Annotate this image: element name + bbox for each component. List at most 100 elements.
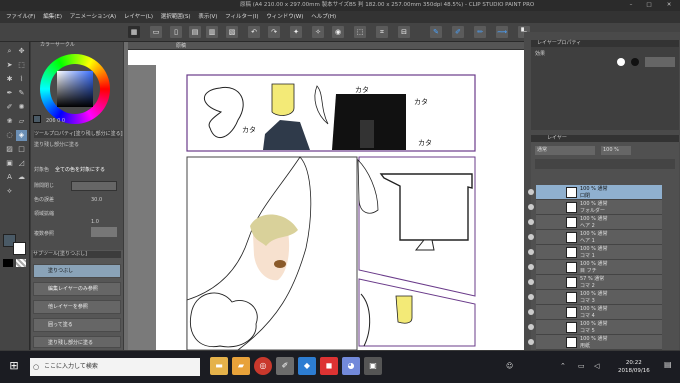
ruler-tool-icon[interactable]: ◿ — [16, 158, 27, 169]
clip-studio-icon[interactable]: ✐ — [276, 357, 294, 375]
menu-file[interactable]: ファイル(F) — [6, 11, 35, 23]
blend-mode-select[interactable]: 通常 — [535, 146, 595, 155]
zoom-tool-icon[interactable]: ⌕ — [4, 46, 15, 57]
subtool-enclose-fill[interactable]: 囲って塗る — [33, 318, 121, 332]
subtool-refer-other[interactable]: 他レイヤーを参照 — [33, 300, 121, 314]
subtool-fill[interactable]: 塗りつぶし — [33, 264, 121, 278]
home-grid-icon[interactable]: ▦ — [128, 26, 140, 38]
layer-row[interactable]: 100 % 通常 コマ 5 — [528, 320, 662, 335]
sub-color-swatch[interactable] — [13, 242, 26, 255]
white-color-dot[interactable] — [617, 58, 625, 66]
frame-icon[interactable]: ▣ — [4, 158, 15, 169]
chrome-icon[interactable]: ◎ — [254, 357, 272, 375]
text-tool-icon[interactable]: A — [4, 172, 15, 183]
area-scaling-value[interactable]: 1.0 — [91, 218, 99, 226]
export-icon[interactable]: ▧ — [226, 26, 238, 38]
subtool-fill-unfilled[interactable]: 塗り残し部分に塗る — [33, 336, 121, 348]
network-icon[interactable]: ▭ — [578, 362, 585, 370]
balloon-icon[interactable]: ☁ — [16, 172, 27, 183]
open-file-icon[interactable]: ▯ — [170, 26, 182, 38]
menu-filter[interactable]: フィルター(I) — [225, 11, 258, 23]
opacity-field[interactable]: 100 % — [601, 146, 631, 155]
target-color-value[interactable]: 全ての色を対象にする — [55, 166, 105, 174]
menu-animation[interactable]: アニメーション(A) — [70, 11, 116, 23]
pencil-tool-icon[interactable]: ✎ — [16, 88, 27, 99]
visibility-eye-icon[interactable] — [528, 249, 534, 255]
auto-select-icon[interactable]: ✱ — [4, 74, 15, 85]
layer-row[interactable]: 100 % 通常 フォルダー — [528, 200, 662, 215]
reference-label[interactable]: 複数参照 — [34, 230, 54, 238]
eyedropper-icon[interactable]: ⌇ — [16, 74, 27, 85]
current-color-chip[interactable] — [33, 115, 41, 123]
layer-row[interactable]: 100 % 通常 用紙 — [528, 335, 662, 350]
tray-chevron-icon[interactable]: ⌃ — [560, 362, 566, 370]
black-color-dot[interactable] — [631, 58, 639, 66]
app-icon-blue[interactable]: ◆ — [298, 357, 316, 375]
transparent-swatch[interactable] — [16, 259, 26, 267]
brush-icon[interactable]: ✐ — [452, 26, 464, 38]
menu-edit[interactable]: 編集(E) — [43, 11, 62, 23]
discord-icon[interactable]: ◕ — [342, 357, 360, 375]
blend-icon[interactable]: ◌ — [4, 130, 15, 141]
layer-row[interactable]: 100 % 通常 口閉 — [528, 185, 662, 200]
deselect-icon[interactable]: ⌗ — [376, 26, 388, 38]
eraser-tool-icon[interactable]: ▱ — [16, 116, 27, 127]
clear-outside-icon[interactable]: ✧ — [312, 26, 324, 38]
folder-icon[interactable]: ▰ — [232, 357, 250, 375]
close-button[interactable]: ✕ — [662, 0, 676, 11]
lasso-icon[interactable]: ⟿ — [496, 26, 508, 38]
close-gap-selector[interactable] — [71, 181, 117, 191]
reference-icons[interactable] — [91, 227, 117, 237]
fill-tool-icon[interactable]: ◈ — [16, 130, 27, 141]
volume-icon[interactable]: ◁ — [594, 362, 599, 370]
invert-icon[interactable]: ⊟ — [398, 26, 410, 38]
airbrush-icon[interactable]: ✺ — [16, 102, 27, 113]
visibility-eye-icon[interactable] — [528, 309, 534, 315]
taskbar-search[interactable]: ○ ここに入力して検索 — [30, 358, 200, 376]
visibility-eye-icon[interactable] — [528, 264, 534, 270]
canvas-tab-label[interactable]: 原稿 — [176, 42, 186, 50]
pen-icon[interactable]: ✎ — [430, 26, 442, 38]
manga-page[interactable]: カタ カタ カタ カタ — [124, 50, 524, 351]
minimize-button[interactable]: – — [624, 0, 638, 11]
menu-layer[interactable]: レイヤー(L) — [124, 11, 153, 23]
black-swatch[interactable] — [3, 259, 13, 267]
line-correction-icon[interactable]: ⟡ — [4, 186, 15, 197]
layer-row[interactable]: 100 % 通常 コマ 3 — [528, 290, 662, 305]
visibility-eye-icon[interactable] — [528, 234, 534, 240]
visibility-eye-icon[interactable] — [528, 324, 534, 330]
layer-row[interactable]: 100 % 通常 ヘア 1 — [528, 230, 662, 245]
maximize-button[interactable]: □ — [642, 0, 656, 11]
save-icon[interactable]: ▤ — [189, 26, 201, 38]
layer-row[interactable]: 100 % 通常 ヘア 2 — [528, 215, 662, 230]
menu-view[interactable]: 表示(V) — [198, 11, 217, 23]
pen-tool-icon[interactable]: ✒ — [4, 88, 15, 99]
visibility-eye-icon[interactable] — [528, 294, 534, 300]
select-tool-icon[interactable]: ⬚ — [16, 60, 27, 71]
visibility-eye-icon[interactable] — [528, 219, 534, 225]
gradient-icon[interactable]: ▨ — [4, 144, 15, 155]
visibility-eye-icon[interactable] — [528, 339, 534, 345]
visibility-eye-icon[interactable] — [528, 204, 534, 210]
layer-row[interactable]: 100 % 通常 コマ 1 — [528, 245, 662, 260]
saturation-value-square[interactable] — [57, 71, 93, 107]
save-as-icon[interactable]: ▥ — [206, 26, 218, 38]
redo-icon[interactable]: ↷ — [268, 26, 280, 38]
color-options[interactable] — [645, 57, 675, 67]
app-icon-red[interactable]: ◼ — [320, 357, 338, 375]
figure-icon[interactable]: □ — [16, 144, 27, 155]
new-file-icon[interactable]: ▭ — [150, 26, 162, 38]
eraser-icon[interactable]: ✏ — [474, 26, 486, 38]
layer-row[interactable]: 57 % 通常 コマ 2 — [528, 275, 662, 290]
close-gap-label[interactable]: 隙間閉じ — [34, 182, 54, 190]
menu-selection[interactable]: 選択範囲(S) — [161, 11, 191, 23]
brush-tool-icon[interactable]: ✐ — [4, 102, 15, 113]
color-margin-value[interactable]: 30.0 — [91, 196, 102, 204]
transform-icon[interactable]: ⬚ — [354, 26, 366, 38]
visibility-eye-icon[interactable] — [528, 189, 534, 195]
layer-row[interactable]: 100 % 通常 コマ 4 — [528, 305, 662, 320]
undo-icon[interactable]: ↶ — [248, 26, 260, 38]
layer-row[interactable]: 100 % 通常目 フチ — [528, 260, 662, 275]
decoration-icon[interactable]: ❀ — [4, 116, 15, 127]
clear-icon[interactable]: ✦ — [290, 26, 302, 38]
